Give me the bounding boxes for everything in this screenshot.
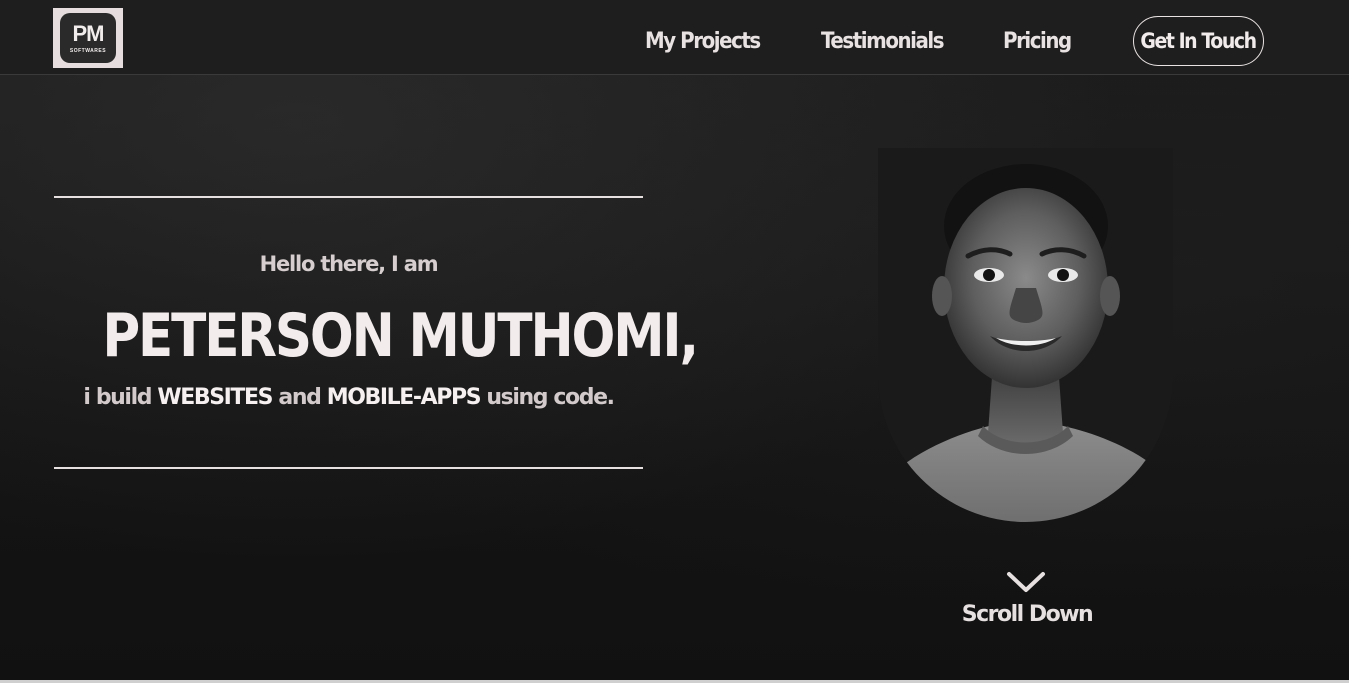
get-in-touch-label: Get In Touch [1140,29,1258,53]
hero-greeting: Hello there, I am [259,252,439,276]
hero-name-text: PETERSON MUTHOMI, [102,301,699,371]
hero-tagline: i build WEBSITES and MOBILE-APPS using c… [54,385,643,410]
pm-softwares-logo[interactable]: PM SOFTWARES [53,8,123,68]
nav-link-testimonials[interactable]: Testimonials [821,16,945,66]
scroll-down-link[interactable]: Scroll Down [927,602,1127,627]
tagline-websites: WEBSITES [157,385,273,410]
nav-link-pricing[interactable]: Pricing [1003,16,1072,66]
logo-main-text: PM [72,20,105,46]
tagline-suffix: using code. [486,385,615,410]
profile-portrait [878,148,1173,522]
nav-link-my-projects[interactable]: My Projects [645,16,761,66]
logo-sub-text: SOFTWARES [69,47,107,54]
tagline-and: and [278,385,321,410]
tagline-prefix: i build [83,385,152,410]
chevron-down-icon[interactable] [1006,570,1046,596]
tagline-mobile-apps: MOBILE-APPS [326,385,482,410]
hero-divider-bottom [54,467,643,469]
get-in-touch-button[interactable]: Get In Touch [1133,16,1264,66]
hero-divider-top [54,196,643,198]
page: PM SOFTWARES My Projects Testimonials Pr… [0,0,1349,683]
hero-name: PETERSON MUTHOMI, [54,296,699,376]
logo-badge: PM SOFTWARES [60,13,116,63]
portrait-illustration [878,148,1173,522]
site-header: PM SOFTWARES My Projects Testimonials Pr… [0,0,1349,75]
